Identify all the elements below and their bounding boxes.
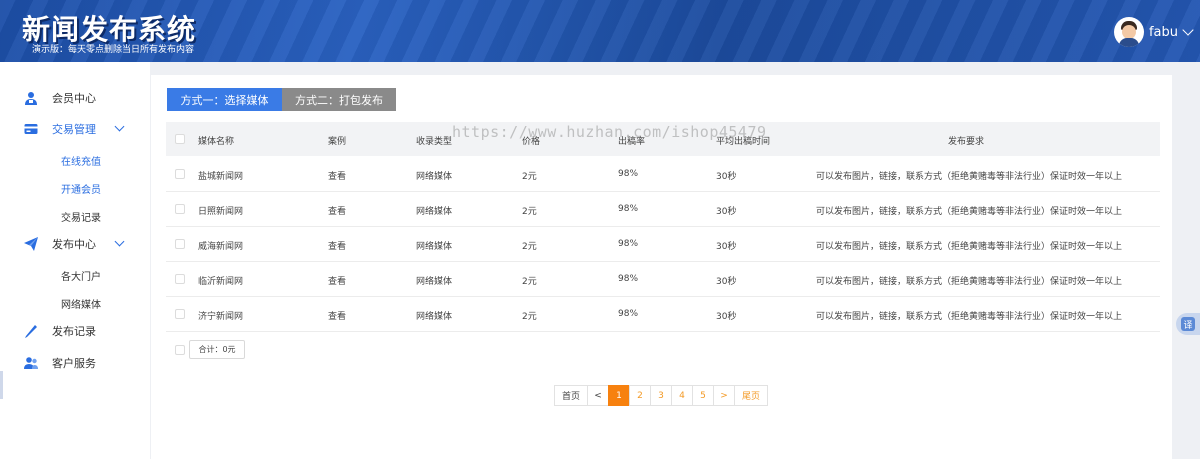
sidebar-item-label: 发布记录: [52, 325, 96, 338]
tab-package-publish[interactable]: 方式二：打包发布: [282, 88, 396, 111]
media-price: 2元: [522, 312, 537, 322]
page-button-1[interactable]: 1: [608, 385, 630, 406]
prev-page-button[interactable]: <: [587, 385, 609, 406]
media-time: 30秒: [716, 277, 737, 287]
sidebar-item-customer-service[interactable]: 客户服务: [0, 351, 150, 375]
media-type: 网络媒体: [416, 207, 453, 217]
sidebar-item-label: 交易管理: [52, 123, 96, 136]
column-header-requirements: 发布要求: [948, 137, 985, 147]
sidebar-item-label: 客户服务: [52, 357, 96, 370]
sidebar-item-publish-records[interactable]: 发布记录: [0, 319, 150, 343]
media-price: 2元: [522, 242, 537, 252]
table-row: 日照新闻网 查看 网络媒体 2元 98% 30秒 可以发布图片，链接，联系方式（…: [166, 192, 1160, 227]
column-header-case: 案例: [328, 137, 347, 147]
people-icon: [24, 357, 38, 369]
media-name: 威海新闻网: [198, 242, 244, 252]
row-checkbox[interactable]: [175, 274, 185, 284]
media-requirements: 可以发布图片，链接，联系方式（拒绝黄赌毒等非法行业）保证时效一年以上: [816, 312, 1123, 322]
column-header-type: 收录类型: [416, 137, 453, 147]
sidebar-item-publish-center[interactable]: 发布中心: [0, 232, 150, 256]
media-rate: 98%: [618, 169, 639, 179]
user-icon: [25, 92, 37, 105]
media-price: 2元: [522, 207, 537, 217]
footer-select-all-checkbox[interactable]: [175, 345, 185, 355]
user-menu[interactable]: fabu: [1113, 17, 1194, 47]
column-header-media-name: 媒体名称: [198, 137, 235, 147]
table-row: 盐城新闻网 查看 网络媒体 2元 98% 30秒 可以发布图片，链接，联系方式（…: [166, 157, 1160, 192]
sidebar-item-label: 发布中心: [52, 238, 96, 251]
media-price: 2元: [522, 172, 537, 182]
sidebar-scroll-indicator: [0, 371, 3, 399]
paper-plane-icon: [24, 237, 38, 251]
next-page-button[interactable]: >: [713, 385, 735, 406]
total-amount: 合计：0元: [189, 340, 245, 359]
media-type: 网络媒体: [416, 277, 453, 287]
media-requirements: 可以发布图片，链接，联系方式（拒绝黄赌毒等非法行业）保证时效一年以上: [816, 207, 1123, 217]
media-requirements: 可以发布图片，链接，联系方式（拒绝黄赌毒等非法行业）保证时效一年以上: [816, 172, 1123, 182]
page-button-4[interactable]: 4: [671, 385, 693, 406]
view-case-link[interactable]: 查看: [328, 309, 346, 322]
app-subtitle: 演示版：每天零点删除当日所有发布内容: [32, 45, 195, 55]
view-case-link[interactable]: 查看: [328, 239, 346, 252]
avatar[interactable]: [1113, 17, 1144, 47]
tab-select-media[interactable]: 方式一：选择媒体: [167, 88, 282, 111]
media-name: 济宁新闻网: [198, 312, 244, 322]
media-time: 30秒: [716, 207, 737, 217]
media-rate: 98%: [618, 274, 639, 284]
sidebar-sub-major-portals[interactable]: 各大门户: [61, 268, 101, 283]
media-type: 网络媒体: [416, 242, 453, 252]
username[interactable]: fabu: [1149, 25, 1178, 40]
chevron-down-icon[interactable]: [1182, 24, 1194, 36]
media-type: 网络媒体: [416, 312, 453, 322]
media-name: 盐城新闻网: [198, 172, 244, 182]
translate-button[interactable]: 译: [1176, 313, 1200, 335]
row-checkbox[interactable]: [175, 204, 185, 214]
view-case-link[interactable]: 查看: [328, 204, 346, 217]
media-time: 30秒: [716, 242, 737, 252]
pencil-icon: [25, 325, 37, 338]
media-rate: 98%: [618, 309, 639, 319]
sidebar-item-trade-management[interactable]: 交易管理: [0, 117, 150, 141]
card-icon: [24, 124, 38, 134]
media-rate: 98%: [618, 239, 639, 249]
page-button-3[interactable]: 3: [650, 385, 672, 406]
table-row: 威海新闻网 查看 网络媒体 2元 98% 30秒 可以发布图片，链接，联系方式（…: [166, 227, 1160, 262]
chevron-down-icon[interactable]: [114, 236, 125, 247]
sidebar-item-member-center[interactable]: 会员中心: [0, 86, 150, 110]
media-time: 30秒: [716, 172, 737, 182]
page-button-5[interactable]: 5: [692, 385, 714, 406]
top-header: 新闻发布系统 演示版：每天零点删除当日所有发布内容 fabu: [0, 0, 1200, 62]
view-case-link[interactable]: 查看: [328, 274, 346, 287]
row-checkbox[interactable]: [175, 309, 185, 319]
media-requirements: 可以发布图片，链接，联系方式（拒绝黄赌毒等非法行业）保证时效一年以上: [816, 277, 1123, 287]
media-rate: 98%: [618, 204, 639, 214]
page-button-2[interactable]: 2: [629, 385, 651, 406]
media-requirements: 可以发布图片，链接，联系方式（拒绝黄赌毒等非法行业）保证时效一年以上: [816, 242, 1123, 252]
media-time: 30秒: [716, 312, 737, 322]
media-type: 网络媒体: [416, 172, 453, 182]
sidebar-sub-online-media[interactable]: 网络媒体: [61, 296, 101, 311]
media-price: 2元: [522, 277, 537, 287]
select-all-checkbox[interactable]: [175, 134, 185, 144]
row-checkbox[interactable]: [175, 239, 185, 249]
translate-icon: 译: [1181, 317, 1195, 331]
media-name: 日照新闻网: [198, 207, 244, 217]
pagination: 首页 < 1 2 3 4 5 > 尾页: [554, 385, 768, 406]
watermark-text: https://www.huzhan.com/ishop45479: [452, 123, 767, 141]
sidebar-sub-trade-records[interactable]: 交易记录: [61, 209, 101, 224]
media-name: 临沂新闻网: [198, 277, 244, 287]
first-page-button[interactable]: 首页: [554, 385, 588, 406]
last-page-button[interactable]: 尾页: [734, 385, 768, 406]
sidebar-sub-open-membership[interactable]: 开通会员: [61, 181, 101, 196]
table-row: 临沂新闻网 查看 网络媒体 2元 98% 30秒 可以发布图片，链接，联系方式（…: [166, 262, 1160, 297]
chevron-down-icon[interactable]: [114, 121, 125, 132]
sidebar-sub-online-recharge[interactable]: 在线充值: [61, 153, 101, 168]
table-row: 济宁新闻网 查看 网络媒体 2元 98% 30秒 可以发布图片，链接，联系方式（…: [166, 297, 1160, 332]
sidebar-item-label: 会员中心: [52, 92, 96, 105]
row-checkbox[interactable]: [175, 169, 185, 179]
sidebar: 会员中心 交易管理 在线充值 开通会员 交易记录 发布中心 各大门户 网络媒体 …: [0, 62, 150, 459]
view-case-link[interactable]: 查看: [328, 169, 346, 182]
